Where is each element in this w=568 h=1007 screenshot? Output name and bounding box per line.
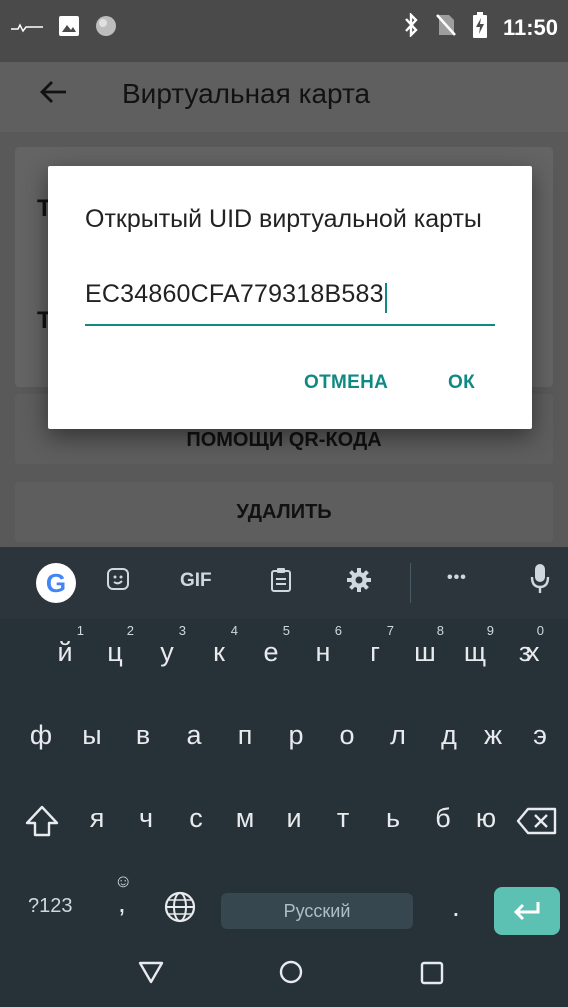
toolbar-divider bbox=[410, 563, 411, 603]
image-icon bbox=[58, 15, 80, 42]
keyboard: G GIF ••• 1й 2ц 3у 4к 5е 6н 7г 8ш 9щ 0з … bbox=[0, 547, 568, 937]
key[interactable]: 8ш bbox=[400, 623, 450, 668]
key[interactable]: д bbox=[424, 720, 474, 751]
app-bar: Виртуальная карта bbox=[0, 62, 568, 132]
key[interactable]: ч bbox=[121, 803, 171, 834]
comma-key[interactable]: , bbox=[118, 887, 126, 919]
key[interactable]: 1й bbox=[40, 623, 90, 668]
key[interactable]: и bbox=[269, 803, 319, 834]
key[interactable]: 4к bbox=[194, 623, 244, 668]
back-triangle-icon[interactable] bbox=[138, 959, 164, 991]
status-bar: 11:50 bbox=[0, 0, 568, 62]
key[interactable]: р bbox=[271, 720, 321, 751]
keyboard-toolbar: G GIF ••• bbox=[0, 547, 568, 619]
home-circle-icon[interactable] bbox=[278, 959, 304, 992]
sticker-icon[interactable] bbox=[106, 567, 130, 597]
enter-arrow-icon bbox=[513, 902, 540, 921]
key[interactable]: 3у bbox=[142, 623, 192, 668]
key[interactable]: п bbox=[220, 720, 270, 751]
key[interactable]: 2ц bbox=[90, 623, 140, 668]
globe-icon[interactable] bbox=[164, 891, 196, 928]
key[interactable]: х bbox=[526, 637, 540, 668]
key[interactable]: о bbox=[322, 720, 372, 751]
cancel-button[interactable]: ОТМЕНА bbox=[304, 372, 388, 394]
key[interactable]: 5е bbox=[246, 623, 296, 668]
qr-button-label: ПОМОЩИ QR-КОДА bbox=[186, 429, 382, 451]
back-arrow-icon[interactable] bbox=[40, 78, 68, 112]
enter-key[interactable] bbox=[494, 887, 560, 935]
key[interactable]: ю bbox=[461, 803, 511, 834]
backspace-icon[interactable] bbox=[516, 807, 558, 840]
uid-input-value: EC34860CFA779318B583 bbox=[85, 280, 384, 308]
space-key[interactable]: Русский bbox=[221, 893, 413, 929]
clipboard-icon[interactable] bbox=[270, 567, 292, 599]
navigation-bar bbox=[0, 937, 568, 1007]
bluetooth-icon bbox=[403, 12, 419, 43]
more-icon[interactable]: ••• bbox=[447, 569, 467, 587]
ok-button[interactable]: ОК bbox=[448, 372, 475, 394]
shift-icon[interactable] bbox=[24, 805, 60, 842]
uid-input[interactable]: EC34860CFA779318B583 bbox=[85, 280, 495, 326]
symbols-key[interactable]: ?123 bbox=[28, 895, 73, 918]
key[interactable]: ь bbox=[368, 803, 418, 834]
key[interactable]: 9щ bbox=[450, 623, 500, 668]
page-title: Виртуальная карта bbox=[122, 78, 371, 109]
key[interactable]: а bbox=[169, 720, 219, 751]
key[interactable]: э bbox=[515, 720, 565, 751]
key[interactable]: ф bbox=[16, 720, 66, 751]
delete-button-label: УДАЛИТЬ bbox=[236, 501, 332, 523]
text-cursor bbox=[384, 282, 387, 313]
keyboard-row-3: я ч с м и т ь б ю bbox=[0, 803, 568, 873]
dialog-title: Открытый UID виртуальной карты bbox=[85, 205, 482, 233]
key[interactable]: ы bbox=[67, 720, 117, 751]
keyboard-row-1: 1й 2ц 3у 4к 5е 6н 7г 8ш 9щ 0з х bbox=[0, 623, 568, 707]
key[interactable]: л bbox=[373, 720, 423, 751]
key[interactable]: в bbox=[118, 720, 168, 751]
key[interactable]: с bbox=[171, 803, 221, 834]
google-icon[interactable]: G bbox=[36, 563, 76, 603]
status-time: 11:50 bbox=[502, 15, 558, 40]
key[interactable]: 0з bbox=[500, 623, 550, 668]
notification-icon bbox=[10, 20, 44, 38]
battery-charging-icon bbox=[472, 12, 487, 44]
key[interactable]: т bbox=[318, 803, 368, 834]
key[interactable]: я bbox=[72, 803, 122, 834]
circle-icon bbox=[94, 14, 118, 43]
period-key[interactable]: . bbox=[452, 891, 460, 923]
microphone-icon[interactable] bbox=[530, 563, 550, 601]
settings-gear-icon[interactable] bbox=[346, 567, 372, 599]
keyboard-row-bottom: ?123 ☺ , Русский . bbox=[0, 865, 568, 935]
uid-dialog: Открытый UID виртуальной карты EC34860CF… bbox=[48, 166, 532, 429]
key[interactable]: 7г bbox=[350, 623, 400, 668]
key[interactable]: 6н bbox=[298, 623, 348, 668]
gif-icon[interactable]: GIF bbox=[180, 570, 212, 592]
delete-button[interactable]: УДАЛИТЬ bbox=[15, 482, 553, 542]
keyboard-row-2: ф ы в а п р о л д ж э bbox=[0, 720, 568, 790]
key[interactable]: м bbox=[220, 803, 270, 834]
recents-square-icon[interactable] bbox=[420, 960, 444, 992]
key[interactable]: ж bbox=[468, 720, 518, 751]
no-sim-icon bbox=[435, 13, 457, 43]
